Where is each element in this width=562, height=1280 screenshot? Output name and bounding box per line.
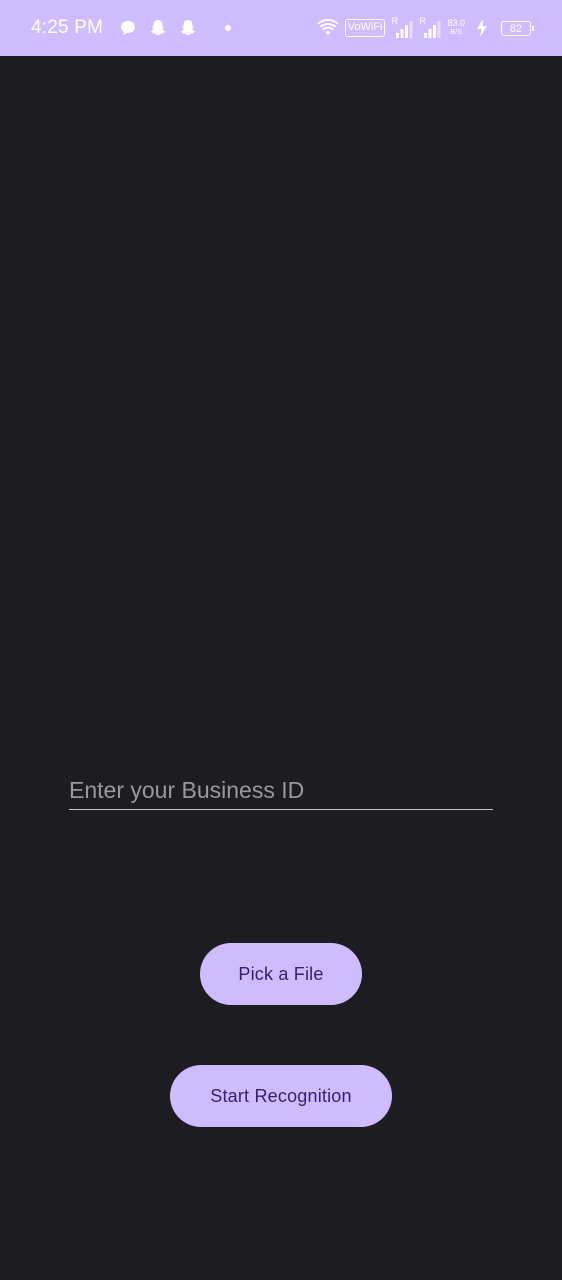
network-speed-unit: B/S: [450, 29, 462, 36]
snapchat-icon: [147, 17, 169, 39]
signal-icon: R: [419, 17, 441, 39]
status-bar-right: VoWiFi R R 83.0 B/S 82: [316, 0, 534, 56]
status-bar-left: 4:25 PM: [31, 0, 232, 56]
battery-indicator: 82: [501, 20, 534, 36]
business-id-field[interactable]: [69, 772, 493, 810]
roaming-label: R: [419, 16, 426, 26]
business-id-input[interactable]: [69, 772, 493, 808]
status-bar: 4:25 PM VoWiFi R R 83.0 B/S 82: [0, 0, 562, 56]
roaming-label: R: [391, 16, 398, 26]
signal-icon: R: [391, 17, 413, 39]
vowifi-badge: VoWiFi: [344, 19, 386, 37]
network-speed: 83.0 B/S: [447, 19, 465, 37]
chat-bubble-icon: [117, 17, 139, 39]
network-speed-value: 83.0: [447, 18, 465, 28]
clock: 4:25 PM: [31, 17, 104, 38]
dot-icon: [225, 25, 232, 31]
start-recognition-button[interactable]: Start Recognition: [170, 1065, 392, 1127]
wifi-icon: [316, 17, 339, 39]
snapchat-icon: [177, 17, 199, 39]
pick-file-button[interactable]: Pick a File: [200, 943, 362, 1005]
charging-bolt-icon: [471, 17, 493, 39]
